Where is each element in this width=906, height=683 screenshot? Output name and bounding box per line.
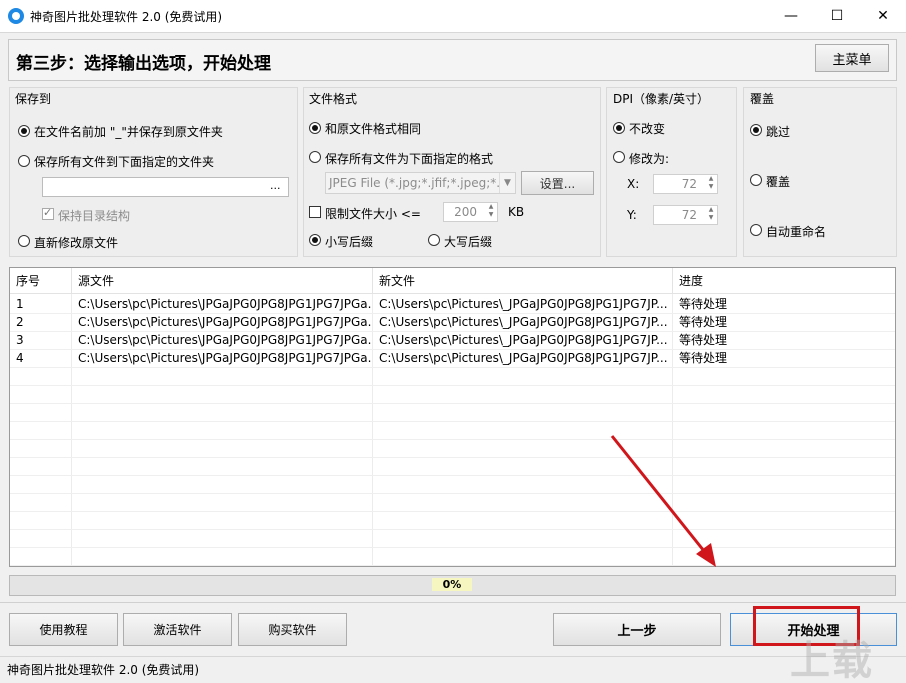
- radio-same-format[interactable]: [309, 122, 321, 134]
- file-table[interactable]: 序号 源文件 新文件 进度 1 C:\Users\pc\Pictures\JPGa…: [9, 267, 896, 567]
- grid-line: [10, 511, 895, 512]
- previous-step-button[interactable]: 上一步: [553, 613, 721, 646]
- radio-cover[interactable]: [750, 174, 762, 186]
- limit-size-checkbox[interactable]: [309, 206, 321, 218]
- radio-save-folder-label[interactable]: 保存所有文件到下面指定的文件夹: [34, 153, 214, 170]
- chevron-down-icon: ▼: [499, 173, 515, 193]
- row-status[interactable]: 等待处理: [673, 313, 895, 331]
- radio-skip-label[interactable]: 跳过: [766, 123, 790, 140]
- format-label: 文件格式: [309, 92, 358, 106]
- radio-prefix-save[interactable]: [18, 125, 30, 137]
- save-to-group: [9, 87, 298, 257]
- row-source-file[interactable]: C:\Users\pc\Pictures\JPGaJPG0JPG8JPG1JPG…: [72, 313, 372, 331]
- radio-same-format-label[interactable]: 和原文件格式相同: [325, 120, 421, 137]
- grid-line: [10, 493, 895, 494]
- keep-structure-label: 保持目录结构: [58, 209, 131, 223]
- buy-button[interactable]: 购买软件: [238, 613, 347, 646]
- divider: [0, 602, 906, 603]
- radio-cover-label[interactable]: 覆盖: [766, 173, 790, 190]
- radio-save-folder[interactable]: [18, 155, 30, 167]
- grid-line: [10, 403, 895, 404]
- radio-specified-format-label[interactable]: 保存所有文件为下面指定的格式: [325, 150, 493, 167]
- save-to-label: 保存到: [15, 92, 52, 106]
- window-title: 神奇图片批处理软件 2.0 (免费试用): [30, 10, 223, 24]
- row-status[interactable]: 等待处理: [673, 349, 895, 367]
- radio-dpi-keep-label[interactable]: 不改变: [629, 120, 665, 137]
- row-index[interactable]: 4: [10, 349, 71, 367]
- grid-line: [10, 475, 895, 476]
- grid-line: [10, 565, 895, 566]
- row-target-file[interactable]: C:\Users\pc\Pictures\_JPGaJPG0JPG8JPG1JP…: [373, 331, 672, 349]
- grid-line: [10, 457, 895, 458]
- keep-structure-checkbox[interactable]: [42, 206, 54, 220]
- radio-lowercase-ext[interactable]: [309, 234, 321, 246]
- limit-size-label: 限制文件大小 <=: [325, 207, 421, 221]
- dpi-label: DPI（像素/英寸）: [613, 92, 710, 106]
- format-select[interactable]: JPEG File (*.jpg;*.jfif;*.jpeg;*.j ▼: [325, 172, 516, 194]
- limit-size-unit: KB: [508, 205, 525, 219]
- annotation-arrow: [610, 435, 716, 567]
- close-button[interactable]: ✕: [860, 0, 906, 32]
- radio-uppercase-ext-label[interactable]: 大写后缀: [444, 233, 492, 250]
- overwrite-label: 覆盖: [750, 92, 775, 106]
- radio-auto-rename[interactable]: [750, 224, 762, 236]
- status-text: 神奇图片批处理软件 2.0 (免费试用): [7, 663, 200, 677]
- dpi-y-stepper[interactable]: ▲ ▼: [705, 206, 717, 224]
- row-source-file[interactable]: C:\Users\pc\Pictures\JPGaJPG0JPG8JPG1JPG…: [72, 331, 372, 349]
- row-target-file[interactable]: C:\Users\pc\Pictures\_JPGaJPG0JPG8JPG1JP…: [373, 295, 672, 313]
- row-index[interactable]: 3: [10, 331, 71, 349]
- grid-line: [10, 385, 895, 386]
- limit-size-stepper[interactable]: ▲ ▼: [485, 203, 497, 221]
- row-target-file[interactable]: C:\Users\pc\Pictures\_JPGaJPG0JPG8JPG1JP…: [373, 349, 672, 367]
- tutorial-button[interactable]: 使用教程: [9, 613, 118, 646]
- radio-overwrite-original-label[interactable]: 直新修改原文件: [34, 234, 118, 251]
- radio-uppercase-ext[interactable]: [428, 234, 440, 246]
- app-icon: [8, 8, 24, 24]
- folder-path-input[interactable]: [42, 177, 289, 197]
- dpi-x-label: X:: [627, 177, 640, 191]
- dpi-y-label: Y:: [627, 208, 637, 222]
- radio-overwrite-original[interactable]: [18, 235, 30, 247]
- grid-line: [10, 439, 895, 440]
- minimize-button[interactable]: —: [768, 0, 814, 32]
- radio-specified-format[interactable]: [309, 151, 321, 163]
- dpi-x-stepper[interactable]: ▲ ▼: [705, 175, 717, 193]
- radio-dpi-change-label[interactable]: 修改为:: [629, 150, 669, 167]
- grid-line: [10, 331, 895, 332]
- row-status[interactable]: 等待处理: [673, 295, 895, 313]
- radio-skip[interactable]: [750, 124, 762, 136]
- grid-line: [10, 547, 895, 548]
- row-status[interactable]: 等待处理: [673, 331, 895, 349]
- dpi-group: [606, 87, 737, 257]
- grid-line: [10, 349, 895, 350]
- grid-line: [10, 529, 895, 530]
- header-index[interactable]: 序号: [10, 268, 72, 294]
- radio-dpi-keep[interactable]: [613, 122, 625, 134]
- grid-line: [10, 367, 895, 368]
- grid-line: [10, 421, 895, 422]
- header-progress[interactable]: 进度: [673, 268, 895, 294]
- format-select-value: JPEG File (*.jpg;*.jfif;*.jpeg;*.j: [329, 176, 504, 190]
- grid-line: [10, 313, 895, 314]
- activate-button[interactable]: 激活软件: [123, 613, 232, 646]
- watermark: 上载: [790, 638, 874, 683]
- row-source-file[interactable]: C:\Users\pc\Pictures\JPGaJPG0JPG8JPG1JPG…: [72, 349, 372, 367]
- header-target[interactable]: 新文件: [373, 268, 673, 294]
- maximize-button[interactable]: ☐: [814, 0, 860, 32]
- row-source-file[interactable]: C:\Users\pc\Pictures\JPGaJPG0JPG8JPG1JPG…: [72, 295, 372, 313]
- browse-folder-button[interactable]: ...: [270, 179, 281, 192]
- row-target-file[interactable]: C:\Users\pc\Pictures\_JPGaJPG0JPG8JPG1JP…: [373, 313, 672, 331]
- radio-prefix-save-label[interactable]: 在文件名前加 "_"并保存到原文件夹: [34, 123, 223, 140]
- step-title: 第三步：选择输出选项，开始处理: [16, 54, 271, 74]
- radio-lowercase-ext-label[interactable]: 小写后缀: [325, 233, 373, 250]
- row-index[interactable]: 2: [10, 313, 71, 331]
- header-source[interactable]: 源文件: [72, 268, 373, 294]
- main-menu-button[interactable]: 主菜单: [815, 44, 889, 72]
- format-settings-button[interactable]: 设置...: [521, 171, 594, 195]
- progress-text: 0%: [432, 578, 472, 591]
- row-index[interactable]: 1: [10, 295, 71, 313]
- radio-dpi-change[interactable]: [613, 151, 625, 163]
- radio-auto-rename-label[interactable]: 自动重命名: [766, 223, 826, 240]
